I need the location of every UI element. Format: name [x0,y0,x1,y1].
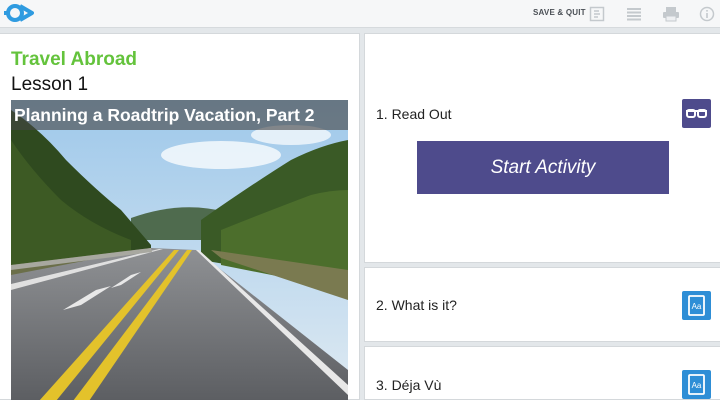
activity-label: 1. Read Out [376,106,452,122]
save-quit-button[interactable]: SAVE & QUIT [533,8,586,17]
menu-list-icon[interactable] [626,6,642,27]
road-photo-illustration [11,100,348,400]
activity-card-deja-vu[interactable]: 3. Déja Vù Aa [364,346,720,400]
lesson-label: Lesson 1 [11,74,89,95]
activity-card-read-out[interactable]: 1. Read Out Start Activity [364,33,720,263]
print-icon[interactable] [662,6,680,27]
transcript-icon[interactable] [589,6,605,27]
activity-label: 3. Déja Vù [376,377,442,393]
lesson-photo: Planning a Roadtrip Vacation, Part 2 [11,100,348,400]
course-title: Travel Abroad [11,49,138,70]
photo-caption: Planning a Roadtrip Vacation, Part 2 [11,100,348,130]
info-icon[interactable] [699,6,715,27]
activity-label: 2. What is it? [376,297,457,313]
start-activity-button[interactable]: Start Activity [417,141,669,194]
dictionary-icon: Aa [682,370,711,399]
dictionary-icon: Aa [682,291,711,320]
svg-text:Aa: Aa [692,381,702,390]
top-bar: SAVE & QUIT [0,0,720,28]
app-logo[interactable] [2,2,34,24]
svg-text:Aa: Aa [692,302,702,311]
activity-card-what-is-it[interactable]: 2. What is it? Aa [364,267,720,342]
glasses-icon [682,99,711,128]
lesson-panel: Travel Abroad Lesson 1 Planning a Roadtr… [0,33,360,400]
